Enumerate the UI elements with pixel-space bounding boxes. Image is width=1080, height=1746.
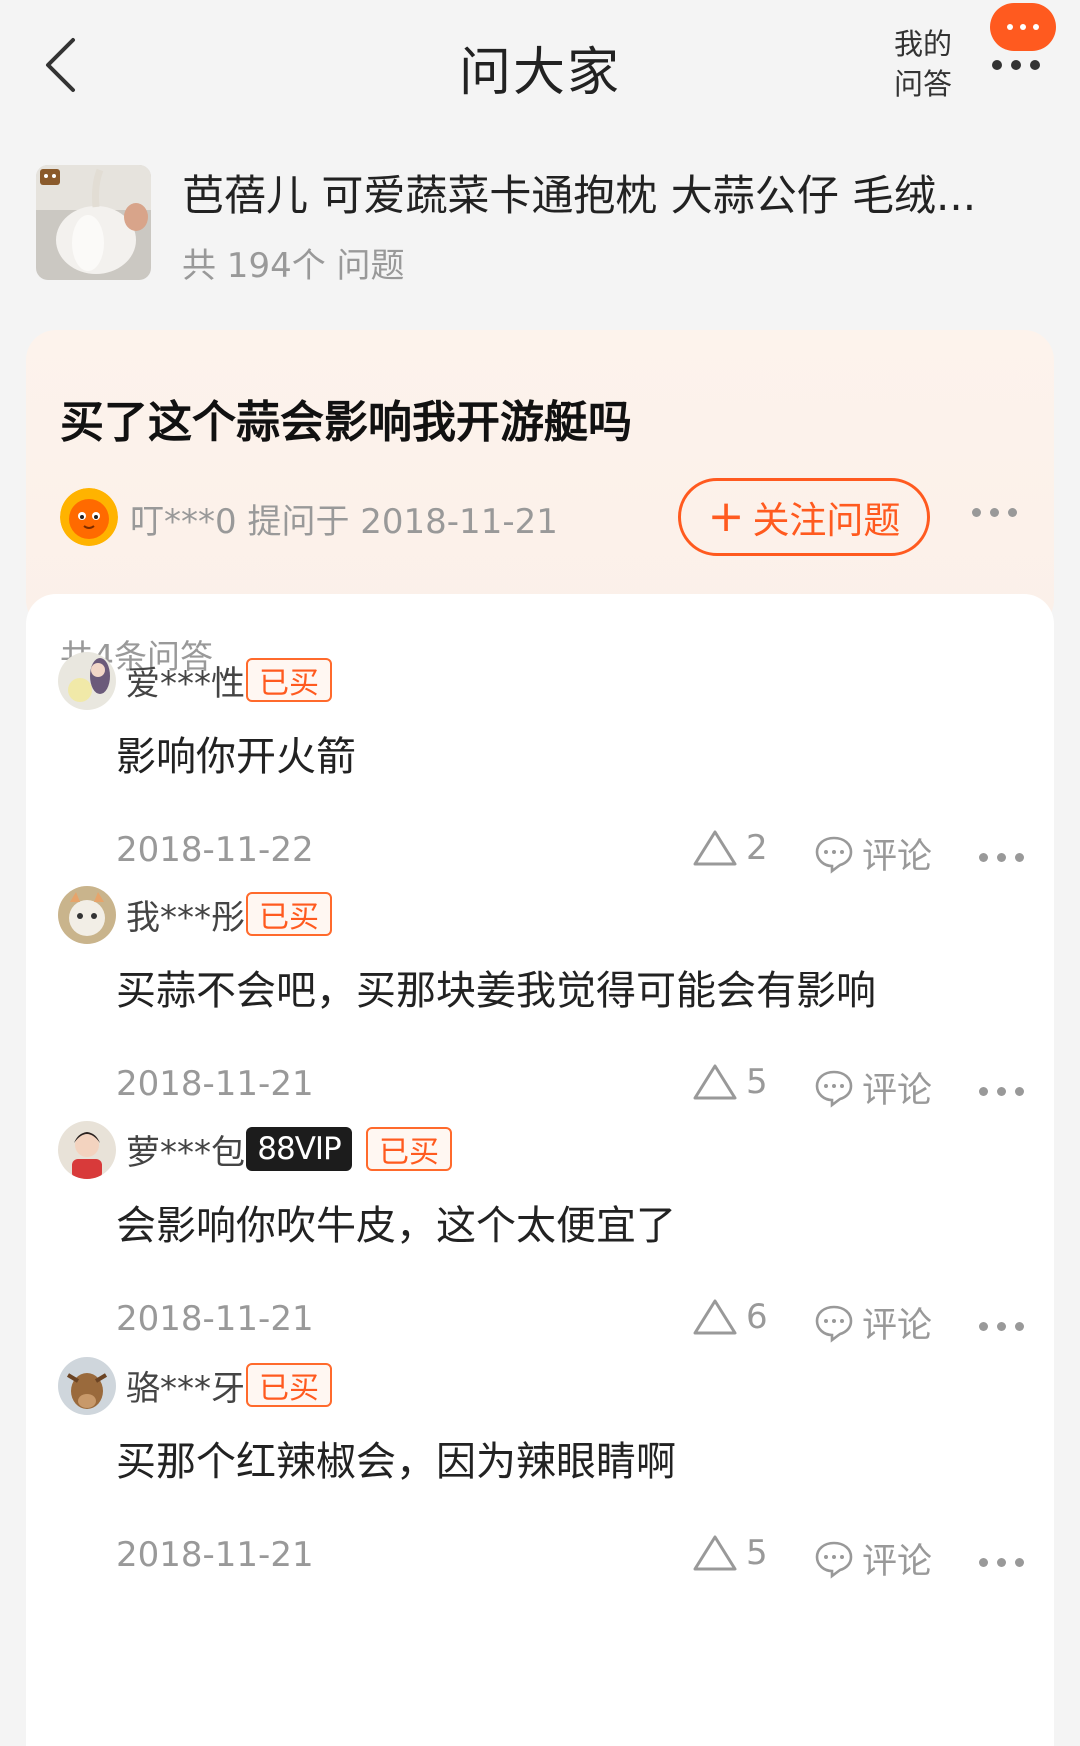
answer-username: 骆***牙	[126, 1369, 245, 1409]
like-triangle-icon	[693, 1064, 737, 1100]
comment-label: 评论	[862, 1306, 933, 1346]
answer-text: 买蒜不会吧，买那块姜我觉得可能会有影响	[116, 968, 876, 1014]
like-count: 5	[746, 1062, 768, 1102]
my-qa-label: 我的 问答	[893, 27, 952, 101]
comment-icon	[815, 1070, 853, 1108]
more-menu-button[interactable]	[982, 0, 1062, 100]
question-title: 买了这个蒜会影响我开游艇吗	[60, 397, 632, 448]
message-bubble-icon	[990, 3, 1056, 51]
answer-text: 买那个红辣椒会，因为辣眼睛啊	[116, 1439, 676, 1485]
answer-item: 我***彤 已买 买蒜不会吧，买那块姜我觉得可能会有影响 2018-11-21 …	[26, 886, 1054, 1148]
comment-label: 评论	[862, 1071, 933, 1111]
answer-date: 2018-11-21	[116, 1064, 314, 1104]
asker-info: 叮***0 提问于 2018-11-21	[130, 494, 558, 543]
follow-question-button[interactable]: + 关注问题	[678, 478, 930, 556]
comment-icon	[815, 1305, 853, 1343]
answer-text: 会影响你吹牛皮，这个太便宜了	[116, 1203, 676, 1249]
question-card: 买了这个蒜会影响我开游艇吗 叮***0 提问于 2018-11-21 + 关注问…	[26, 330, 1054, 630]
like-triangle-icon	[693, 1535, 737, 1571]
like-count: 5	[746, 1533, 768, 1573]
comment-button[interactable]: 评论	[814, 1062, 932, 1113]
avatar[interactable]	[58, 886, 116, 944]
like-count: 6	[746, 1297, 768, 1337]
answer-item: 爱***性 已买 影响你开火箭 2018-11-22 2 评论	[26, 652, 1054, 914]
bought-badge: 已买	[246, 1363, 332, 1407]
comment-button[interactable]: 评论	[814, 828, 932, 879]
answer-item: 骆***牙 已买 买那个红辣椒会，因为辣眼睛啊 2018-11-21 5 评论	[26, 1357, 1054, 1619]
product-thumbnail[interactable]	[36, 165, 151, 280]
like-button[interactable]: 2	[692, 828, 768, 868]
like-button[interactable]: 6	[692, 1297, 768, 1337]
answer-username: 爱***性	[126, 664, 245, 704]
question-more-icon[interactable]	[972, 508, 1017, 517]
like-count: 2	[746, 828, 768, 868]
avatar[interactable]	[60, 488, 118, 546]
answer-date: 2018-11-21	[116, 1299, 314, 1339]
product-title[interactable]: 芭蓓儿 可爱蔬菜卡通抱枕 大蒜公仔 毛绒...	[182, 162, 1042, 223]
like-button[interactable]: 5	[692, 1533, 768, 1573]
my-qa-link[interactable]: 我的 问答	[888, 24, 958, 104]
answers-panel: 共4条问答 爱***性 已买 影响你开火箭 2018-11-22 2 评论 我*…	[26, 594, 1054, 1746]
comment-label: 评论	[862, 837, 933, 877]
answer-text: 影响你开火箭	[116, 734, 356, 780]
answer-item: 萝***包 88VIP 已买 会影响你吹牛皮，这个太便宜了 2018-11-21…	[26, 1121, 1054, 1383]
bought-badge: 已买	[366, 1127, 452, 1171]
answer-more-icon[interactable]	[979, 853, 1024, 862]
vip-badge: 88VIP	[246, 1127, 352, 1171]
avatar[interactable]	[58, 1121, 116, 1179]
answer-username: 我***彤	[126, 898, 245, 938]
comment-label: 评论	[862, 1542, 933, 1582]
more-dots-icon	[992, 60, 1040, 70]
header: 问大家 我的 问答	[0, 0, 1080, 140]
question-count: 共 194个 问题	[182, 246, 405, 286]
bought-badge: 已买	[246, 658, 332, 702]
answer-date: 2018-11-21	[116, 1535, 314, 1575]
comment-icon	[815, 836, 853, 874]
comment-button[interactable]: 评论	[814, 1533, 932, 1584]
avatar[interactable]	[58, 652, 116, 710]
plus-icon: +	[707, 491, 745, 542]
answer-more-icon[interactable]	[979, 1087, 1024, 1096]
asked-date: 提问于 2018-11-21	[247, 502, 558, 542]
avatar[interactable]	[58, 1357, 116, 1415]
page: 问大家 我的 问答 芭蓓儿 可爱蔬菜卡通抱枕 大蒜公仔 毛绒... 共 194个…	[0, 0, 1080, 1746]
like-button[interactable]: 5	[692, 1062, 768, 1102]
answer-more-icon[interactable]	[979, 1558, 1024, 1567]
asker-name: 叮***0	[130, 502, 237, 542]
like-triangle-icon	[693, 1299, 737, 1335]
bought-badge: 已买	[246, 892, 332, 936]
comment-button[interactable]: 评论	[814, 1297, 932, 1348]
answer-username: 萝***包	[126, 1133, 245, 1173]
comment-icon	[815, 1541, 853, 1579]
like-triangle-icon	[693, 830, 737, 866]
answer-more-icon[interactable]	[979, 1322, 1024, 1331]
follow-label: 关注问题	[752, 499, 901, 542]
answer-date: 2018-11-22	[116, 830, 314, 870]
product-summary[interactable]: 芭蓓儿 可爱蔬菜卡通抱枕 大蒜公仔 毛绒... 共 194个 问题	[0, 150, 1080, 290]
